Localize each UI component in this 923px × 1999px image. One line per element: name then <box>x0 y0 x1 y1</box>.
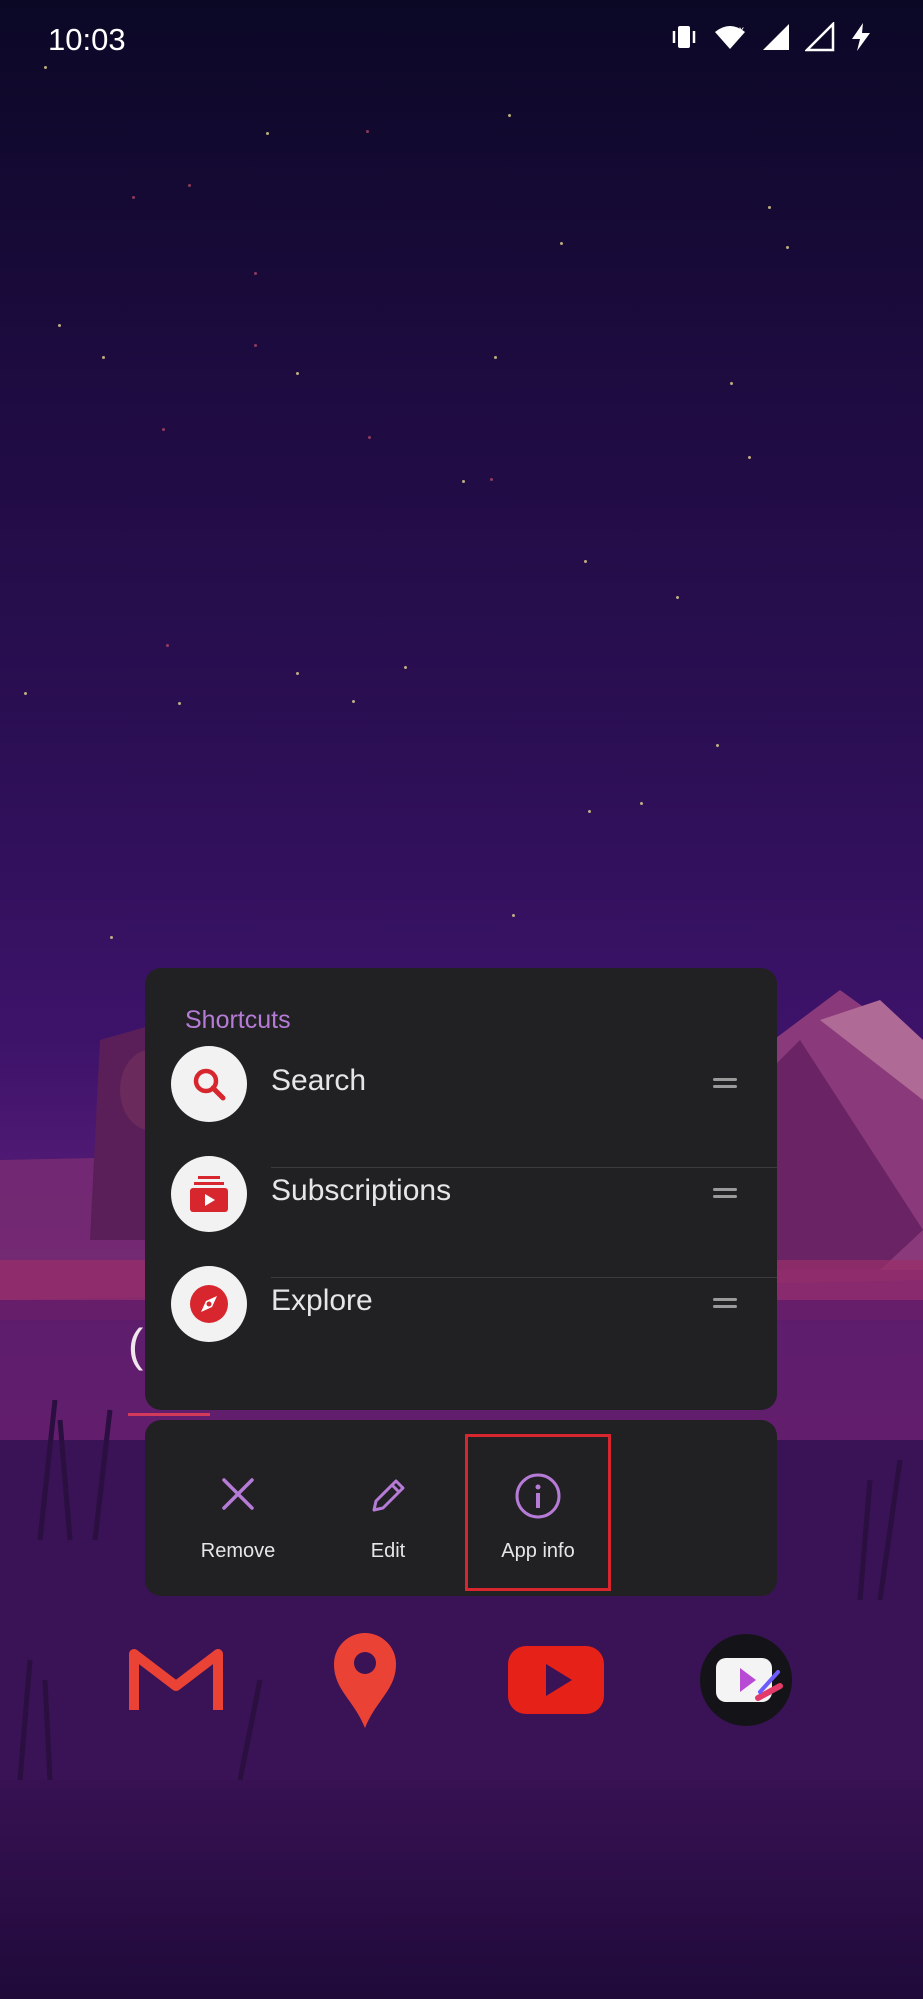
drag-handle-icon[interactable] <box>713 1188 737 1198</box>
maps-pin-icon[interactable] <box>305 1620 425 1740</box>
close-icon <box>216 1472 260 1521</box>
home-dock <box>0 1620 923 1740</box>
edit-button[interactable]: Edit <box>313 1420 463 1596</box>
widget-underline <box>128 1413 210 1416</box>
compass-icon <box>171 1266 247 1342</box>
partial-widget-text: ( <box>128 1319 144 1371</box>
shortcuts-menu: Shortcuts Search Subscriptions Explore <box>145 968 777 1410</box>
status-time: 10:03 <box>48 22 126 57</box>
svg-text:x: x <box>739 25 744 36</box>
app-actions-menu: Remove Edit App info <box>145 1420 777 1596</box>
drag-handle-icon[interactable] <box>713 1298 737 1308</box>
pencil-icon <box>364 1472 412 1525</box>
video-player-icon[interactable] <box>686 1620 806 1740</box>
remove-button[interactable]: Remove <box>163 1420 313 1596</box>
youtube-icon[interactable] <box>496 1620 616 1740</box>
shortcut-label: Subscriptions <box>271 1174 452 1207</box>
edit-label: Edit <box>370 1540 406 1562</box>
search-icon <box>171 1046 247 1122</box>
shortcut-explore[interactable]: Explore <box>145 1248 777 1358</box>
signal-x-icon <box>761 22 791 52</box>
shortcut-label: Search <box>271 1064 367 1097</box>
remove-label: Remove <box>200 1540 276 1562</box>
gmail-icon[interactable] <box>116 1620 236 1740</box>
wifi-icon: x <box>713 22 747 52</box>
charging-icon <box>849 22 873 52</box>
highlight-box <box>465 1434 611 1591</box>
shortcut-search[interactable]: Search <box>145 1028 777 1138</box>
subscriptions-icon <box>171 1156 247 1232</box>
drag-handle-icon[interactable] <box>713 1078 737 1088</box>
shortcut-label: Explore <box>271 1284 373 1317</box>
shortcut-subscriptions[interactable]: Subscriptions <box>145 1138 777 1248</box>
signal-icon <box>805 22 835 52</box>
vibrate-icon <box>669 22 699 52</box>
status-bar: 10:03 x <box>0 0 923 80</box>
